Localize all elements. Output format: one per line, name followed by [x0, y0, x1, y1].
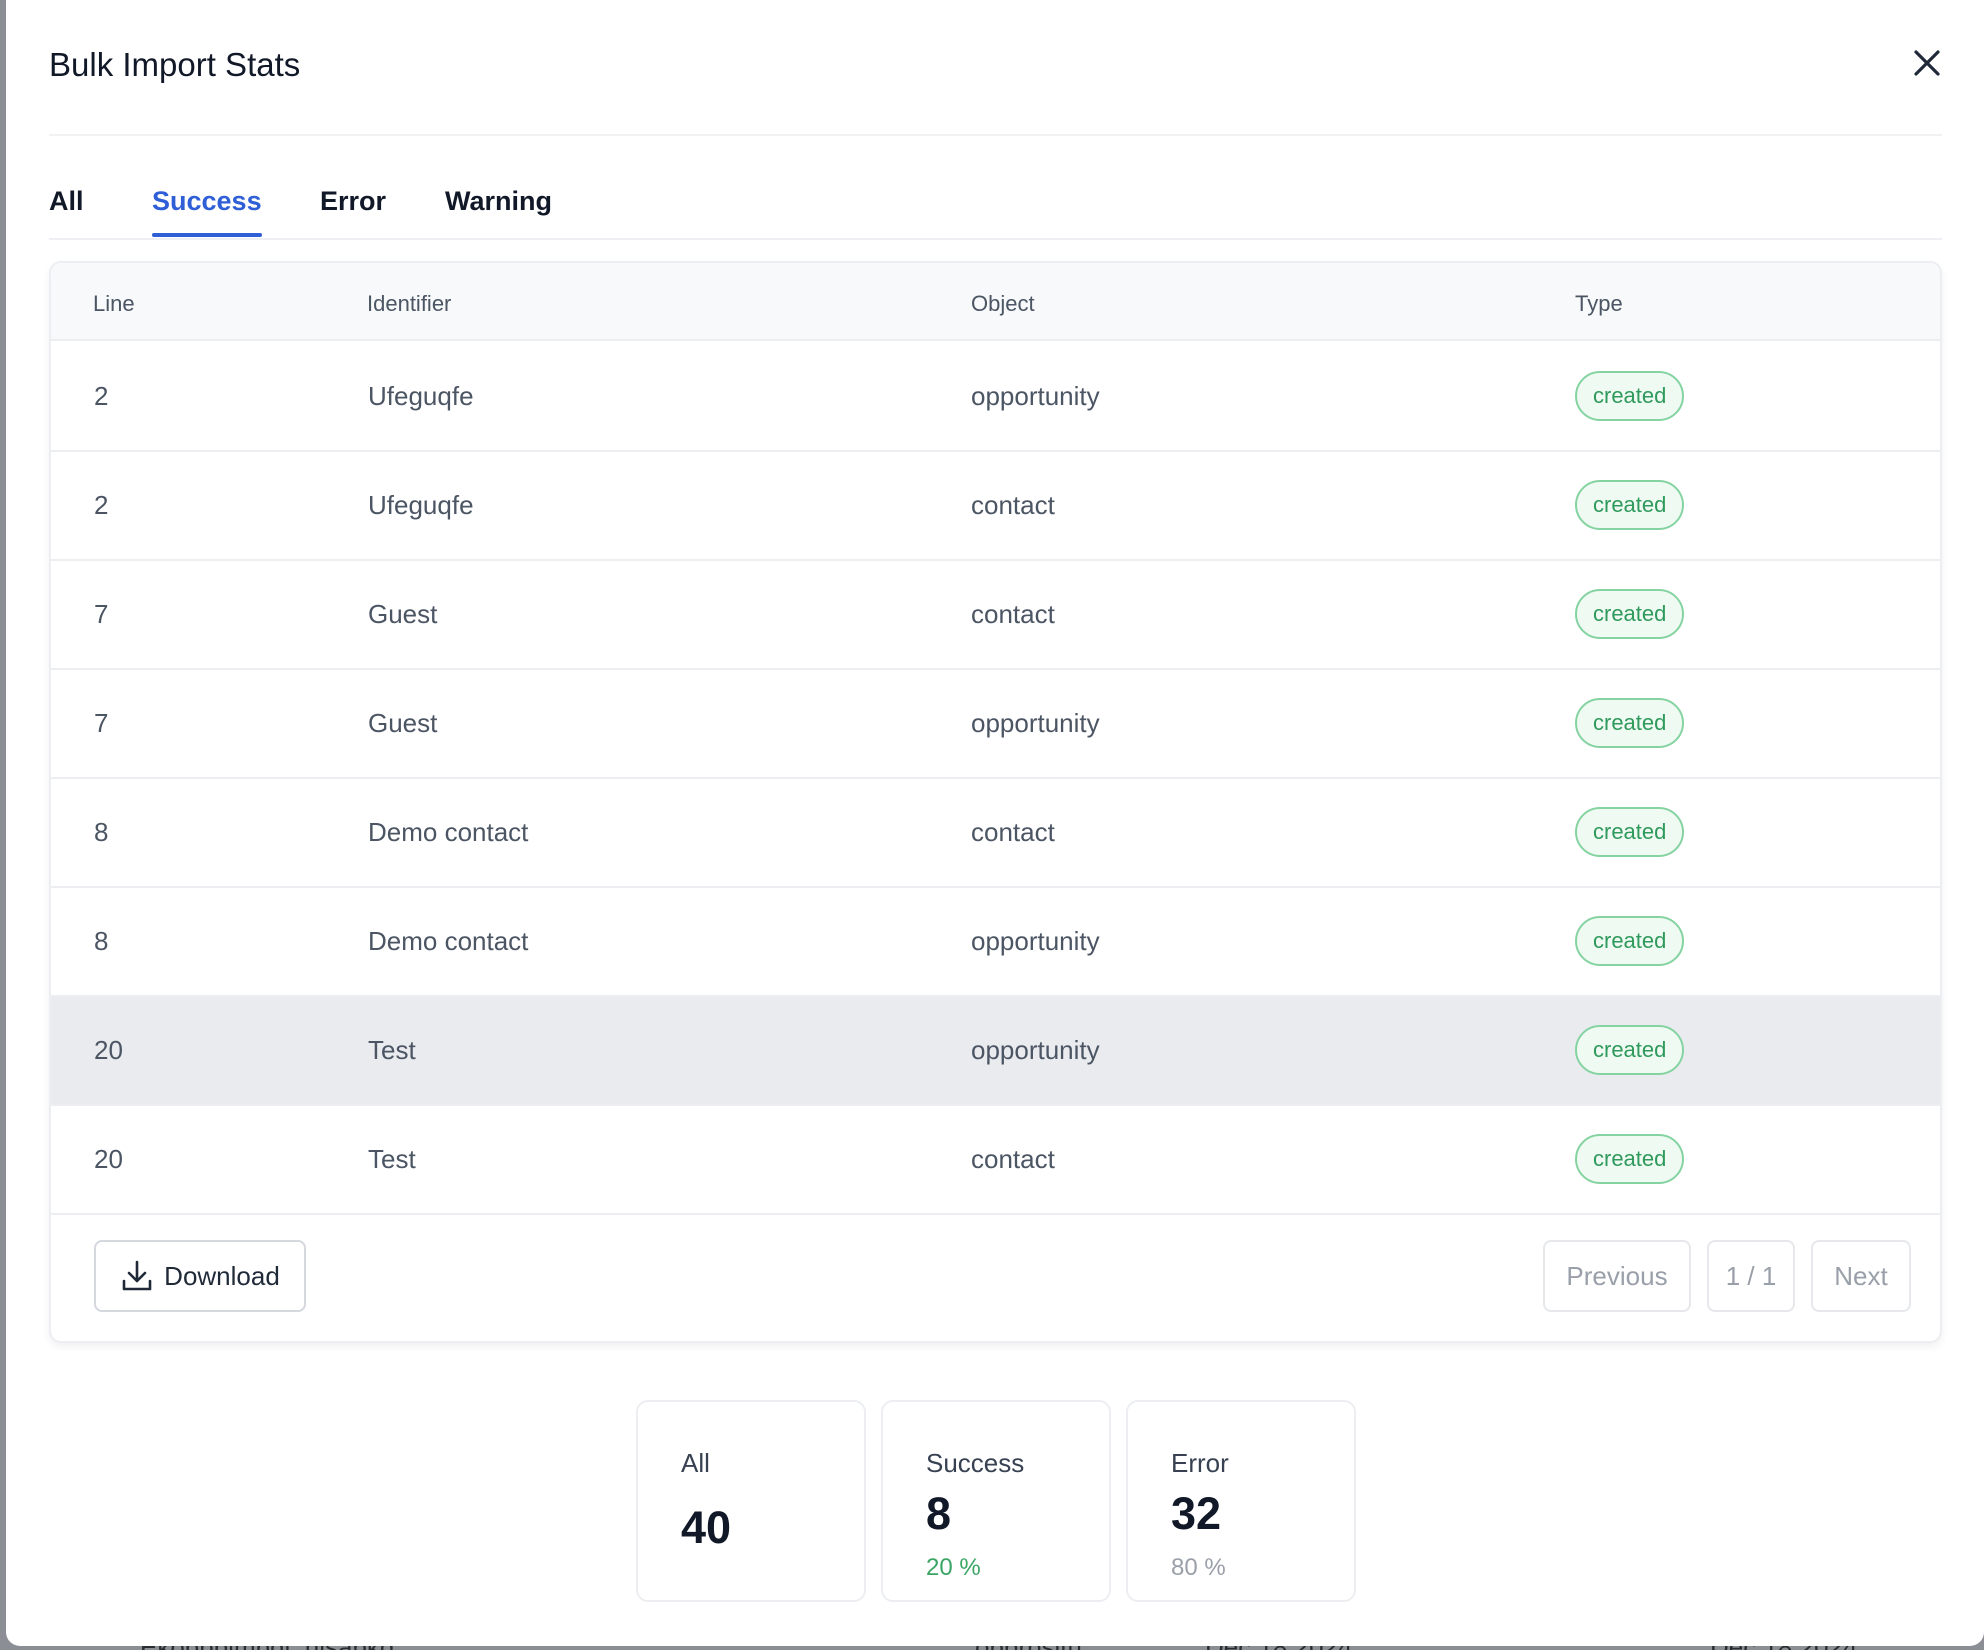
type-badge: created	[1575, 916, 1684, 966]
type-badge: created	[1575, 698, 1684, 748]
column-header-object: Object	[971, 291, 1035, 317]
close-icon	[1913, 49, 1941, 77]
tab-warning[interactable]: Warning	[445, 186, 552, 237]
tabs-divider	[49, 238, 1942, 240]
modal-title: Bulk Import Stats	[49, 46, 300, 84]
cell-identifier: Demo contact	[368, 926, 528, 957]
type-badge: created	[1575, 1134, 1684, 1184]
tab-bar: All Success Error Warning	[49, 172, 1942, 240]
download-label: Download	[164, 1261, 280, 1292]
table-row: 7 Guest opportunity created	[51, 670, 1940, 779]
table-row: 2 Ufeguqfe contact created	[51, 452, 1940, 561]
stat-percent: 20 %	[926, 1554, 981, 1582]
cell-identifier: Ufeguqfe	[368, 490, 474, 521]
type-badge: created	[1575, 1025, 1684, 1075]
stat-card-all: All 40	[636, 1400, 866, 1602]
stat-label: Success	[926, 1448, 1024, 1479]
stat-label: All	[681, 1448, 710, 1479]
type-badge: created	[1575, 480, 1684, 530]
cell-line: 7	[94, 599, 108, 630]
results-table: Line Identifier Object Type 2 Ufeguqfe o…	[49, 261, 1942, 1343]
stat-card-error: Error 32 80 %	[1126, 1400, 1356, 1602]
table-row: 7 Guest contact created	[51, 561, 1940, 670]
column-header-line: Line	[93, 291, 135, 317]
cell-identifier: Demo contact	[368, 817, 528, 848]
cell-object: opportunity	[971, 708, 1100, 739]
cell-line: 8	[94, 817, 108, 848]
stat-card-success: Success 8 20 %	[881, 1400, 1111, 1602]
tab-success[interactable]: Success	[152, 186, 262, 237]
header-divider	[49, 134, 1942, 136]
table-row: 8 Demo contact opportunity created	[51, 888, 1940, 997]
table-row: 2 Ufeguqfe opportunity created	[51, 343, 1940, 452]
column-header-type: Type	[1575, 291, 1623, 317]
cell-line: 20	[94, 1144, 123, 1175]
download-button[interactable]: Download	[94, 1240, 306, 1312]
cell-object: opportunity	[971, 381, 1100, 412]
bulk-import-stats-modal: Bulk Import Stats All Success Error Warn…	[6, 0, 1984, 1646]
cell-object: contact	[971, 817, 1055, 848]
cell-line: 2	[94, 490, 108, 521]
type-badge: created	[1575, 371, 1684, 421]
page-indicator: 1 / 1	[1707, 1240, 1795, 1312]
tab-error[interactable]: Error	[320, 186, 386, 237]
type-badge: created	[1575, 589, 1684, 639]
cell-line: 2	[94, 381, 108, 412]
table-row: 20 Test opportunity created	[51, 997, 1940, 1106]
next-page-button[interactable]: Next	[1811, 1240, 1911, 1312]
cell-identifier: Ufeguqfe	[368, 381, 474, 412]
stat-value: 8	[926, 1488, 951, 1540]
cell-line: 7	[94, 708, 108, 739]
previous-page-button[interactable]: Previous	[1543, 1240, 1691, 1312]
cell-object: opportunity	[971, 1035, 1100, 1066]
cell-line: 8	[94, 926, 108, 957]
cell-identifier: Test	[368, 1035, 416, 1066]
table-header: Line Identifier Object Type	[51, 263, 1940, 341]
tab-all[interactable]: All	[49, 186, 84, 237]
column-header-identifier: Identifier	[367, 291, 451, 317]
table-footer: Download Previous 1 / 1 Next	[51, 1212, 1940, 1343]
cell-object: opportunity	[971, 926, 1100, 957]
table-row: 20 Test contact created	[51, 1106, 1940, 1215]
table-row: 8 Demo contact contact created	[51, 779, 1940, 888]
cell-object: contact	[971, 490, 1055, 521]
cell-object: contact	[971, 1144, 1055, 1175]
cell-line: 20	[94, 1035, 123, 1066]
stat-value: 40	[681, 1502, 731, 1554]
cell-object: contact	[971, 599, 1055, 630]
download-icon	[120, 1259, 154, 1293]
stat-value: 32	[1171, 1488, 1221, 1540]
cell-identifier: Guest	[368, 599, 437, 630]
cell-identifier: Test	[368, 1144, 416, 1175]
stat-percent: 80 %	[1171, 1554, 1226, 1582]
cell-identifier: Guest	[368, 708, 437, 739]
stat-label: Error	[1171, 1448, 1229, 1479]
close-button[interactable]	[1904, 40, 1950, 86]
type-badge: created	[1575, 807, 1684, 857]
